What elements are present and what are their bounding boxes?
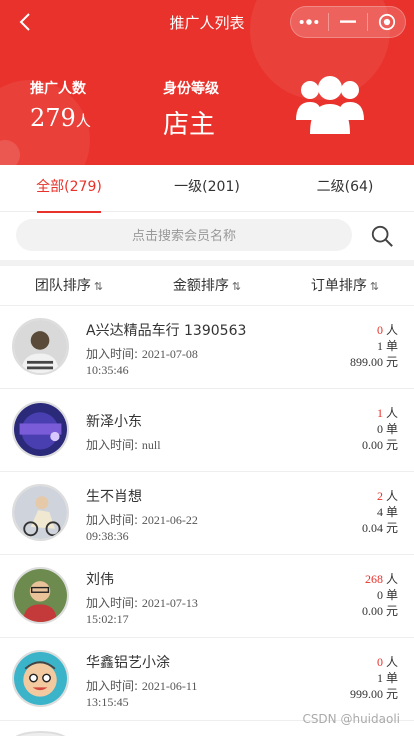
join-time: 加入时间: 2021-06-11 13:15:45 xyxy=(86,679,198,709)
more-dots-icon[interactable] xyxy=(293,10,325,34)
promoter-count-label: 推广人数 xyxy=(30,81,86,97)
order-count: 1 xyxy=(376,339,383,353)
search-input[interactable] xyxy=(16,219,352,251)
join-time: 加入时间: 2021-07-13 15:02:17 xyxy=(86,596,198,626)
sort-arrows-icon: ⇅ xyxy=(93,280,104,293)
member-name: 生不肖想 xyxy=(86,489,142,505)
avatar xyxy=(12,650,69,707)
member-name: A兴达精品车行 1390563 xyxy=(86,323,247,339)
tab-all[interactable]: 全部(279) xyxy=(0,165,138,211)
avatar xyxy=(12,318,69,375)
member-stats: 0 人 1 单 899.00 元 xyxy=(349,323,398,369)
tab-level-2[interactable]: 二级(64) xyxy=(276,165,414,211)
avatar xyxy=(12,731,69,736)
order-count: 0 xyxy=(376,588,383,602)
join-time: 加入时间: 2021-07-08 10:35:46 xyxy=(86,347,198,377)
capsule-divider xyxy=(367,13,369,31)
amount-value: 0.00 xyxy=(361,604,383,618)
amount-value: 0.04 xyxy=(361,521,383,535)
order-count: 0 xyxy=(376,422,383,436)
avatar xyxy=(12,567,69,624)
list-item[interactable]: 新泽小东 加入时间: null 1 人 0 单 0.00 元 xyxy=(0,389,414,472)
member-stats: 0 人 1 单 999.00 元 xyxy=(349,655,398,701)
tab-level-1[interactable]: 一级(201) xyxy=(138,165,276,211)
amount-value: 999.00 xyxy=(349,687,383,701)
list-item[interactable]: 华鑫铝艺小涂 加入时间: 2021-06-11 13:15:45 0 人 1 单 … xyxy=(0,638,414,721)
sort-order-button[interactable]: 订单排序 ⇅ xyxy=(276,266,414,305)
sort-bar: 团队排序 ⇅ 金额排序 ⇅ 订单排序 ⇅ xyxy=(0,266,414,306)
join-time: 加入时间: null xyxy=(86,438,161,452)
avatar xyxy=(12,484,69,541)
nav-bar: 推广人列表 xyxy=(0,0,414,44)
search-bar xyxy=(0,212,414,260)
people-count: 0 xyxy=(376,323,383,337)
list-item[interactable]: A兴达精品车行 1390563 加入时间: 2021-07-08 10:35:46… xyxy=(0,306,414,389)
minimize-icon[interactable] xyxy=(332,10,364,34)
avatar xyxy=(12,401,69,458)
search-icon[interactable] xyxy=(370,224,396,250)
amount-value: 899.00 xyxy=(349,355,383,369)
member-name: 刘伟 xyxy=(86,572,114,588)
join-time: 加入时间: 2021-06-22 09:38:36 xyxy=(86,513,198,543)
member-name: 华鑫铝艺小涂 xyxy=(86,655,170,671)
watermark: CSDN @huidaoli xyxy=(302,712,400,726)
sort-arrows-icon: ⇅ xyxy=(369,280,380,293)
header-banner: 推广人列表 推广人数 279人 身份等级 店主 xyxy=(0,0,414,165)
amount-value: 0.00 xyxy=(361,438,383,452)
member-name: 新泽小东 xyxy=(86,414,142,430)
identity-level-label: 身份等级 xyxy=(163,81,219,97)
list-item[interactable]: 生不肖想 加入时间: 2021-06-22 09:38:36 2 人 4 单 0.… xyxy=(0,472,414,555)
member-stats: 268 人 0 单 0.00 元 xyxy=(361,572,398,618)
people-group-icon xyxy=(296,74,364,136)
close-target-icon[interactable] xyxy=(371,10,403,34)
people-count: 1 xyxy=(376,406,383,420)
order-count: 1 xyxy=(376,671,383,685)
sort-amount-button[interactable]: 金额排序 ⇅ xyxy=(138,266,276,305)
identity-level-value: 店主 xyxy=(163,110,216,140)
promoter-count-stat: 推广人数 279人 xyxy=(30,78,91,132)
people-count: 2 xyxy=(376,489,383,503)
promoter-count-value: 279人 xyxy=(30,104,91,132)
order-count: 4 xyxy=(376,505,383,519)
sort-arrows-icon: ⇅ xyxy=(231,280,242,293)
member-stats: 1 人 0 单 0.00 元 xyxy=(361,406,398,452)
mini-program-capsule xyxy=(290,6,406,38)
member-stats: 2 人 4 单 0.04 元 xyxy=(361,489,398,535)
sort-team-button[interactable]: 团队排序 ⇅ xyxy=(0,266,138,305)
people-count: 0 xyxy=(376,655,383,669)
member-list: A兴达精品车行 1390563 加入时间: 2021-07-08 10:35:46… xyxy=(0,306,414,721)
people-count: 268 xyxy=(364,572,383,586)
capsule-divider xyxy=(327,13,329,31)
level-tabs: 全部(279) 一级(201) 二级(64) xyxy=(0,165,414,212)
list-item[interactable]: 刘伟 加入时间: 2021-07-13 15:02:17 268 人 0 单 0.… xyxy=(0,555,414,638)
identity-level-stat: 身份等级 店主 xyxy=(163,78,219,141)
